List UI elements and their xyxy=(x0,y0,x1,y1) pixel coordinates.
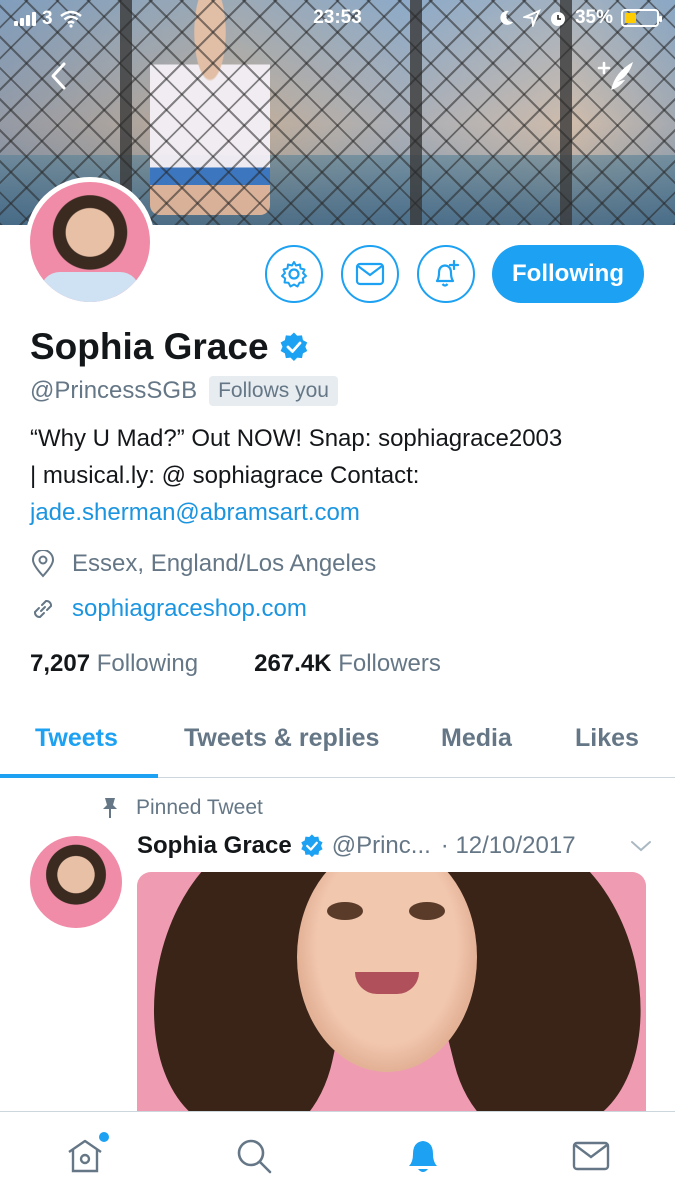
alarm-icon xyxy=(550,12,565,26)
battery-percent: 35% xyxy=(574,7,613,28)
website-link[interactable]: sophiagraceshop.com xyxy=(72,595,307,623)
tweet-author-handle: @Princ... xyxy=(331,832,431,859)
photo-mouth xyxy=(355,972,419,994)
envelope-icon xyxy=(355,262,385,286)
location-text: Essex, England/Los Angeles xyxy=(72,550,377,577)
moon-icon xyxy=(500,10,513,25)
profile-bio: “Why U Mad?” Out NOW! Snap: sophiagrace2… xyxy=(30,420,660,531)
photo-eye xyxy=(409,902,445,920)
verified-badge-icon xyxy=(301,834,323,858)
handle-row: @PrincessSGB Follows you xyxy=(30,376,338,406)
tweet-author-name[interactable]: Sophia Grace xyxy=(137,832,292,860)
verified-badge-icon xyxy=(280,332,307,361)
tweet-date: · 12/10/2017 xyxy=(440,832,576,859)
tweet-menu-button[interactable] xyxy=(630,832,652,860)
pinned-label-row: Pinned Tweet xyxy=(100,796,263,820)
pin-icon xyxy=(103,798,117,818)
following-label: Following xyxy=(96,650,199,677)
followers-number: 267.4K xyxy=(254,650,332,677)
nav-search[interactable] xyxy=(232,1134,276,1178)
notifications-button[interactable] xyxy=(417,245,475,303)
tweet-media-image[interactable] xyxy=(137,872,646,1112)
chevron-down-icon xyxy=(631,841,651,852)
tweet-header: Sophia Grace @Princ... · 12/10/2017 xyxy=(137,832,652,860)
follow-counts: 7,207 Following 267.4K Followers xyxy=(30,650,441,678)
link-icon xyxy=(34,600,52,618)
settings-button[interactable] xyxy=(265,245,323,303)
status-bar: 3 23:53 35% xyxy=(0,0,675,40)
avatar-shirt xyxy=(40,272,140,302)
bell-plus-icon xyxy=(435,259,460,287)
tab-tweets[interactable]: Tweets xyxy=(35,724,118,753)
bottom-navigation xyxy=(0,1111,675,1200)
nav-home[interactable] xyxy=(63,1132,109,1178)
chevron-left-icon xyxy=(51,62,66,90)
profile-handle: @PrincessSGB xyxy=(30,377,198,404)
profile-name-row: Sophia Grace xyxy=(30,326,309,368)
new-content-dot xyxy=(99,1132,109,1142)
tab-likes[interactable]: Likes xyxy=(575,724,639,753)
compose-feather-icon xyxy=(597,61,633,90)
nav-notifications[interactable] xyxy=(401,1134,445,1178)
tab-tweets-replies[interactable]: Tweets & replies xyxy=(184,724,379,753)
compose-button[interactable] xyxy=(595,56,639,96)
pinned-label: Pinned Tweet xyxy=(136,796,263,819)
bio-email-link[interactable]: jade.sherman@abramsart.com xyxy=(30,494,660,531)
location-pin-icon xyxy=(31,550,55,578)
active-tab-indicator xyxy=(0,774,158,778)
location-arrow-icon xyxy=(522,9,541,27)
followers-label: Followers xyxy=(338,650,441,677)
following-number: 7,207 xyxy=(30,650,91,677)
battery-icon xyxy=(621,9,662,27)
gear-icon xyxy=(281,261,307,288)
tweet-avatar[interactable] xyxy=(30,836,122,928)
search-icon xyxy=(237,1139,272,1174)
photo-eye xyxy=(327,902,363,920)
tab-media[interactable]: Media xyxy=(441,724,512,753)
profile-avatar[interactable] xyxy=(25,177,155,307)
follows-you-badge: Follows you xyxy=(209,376,338,406)
website-row: sophiagraceshop.com xyxy=(30,595,307,623)
envelope-icon xyxy=(572,1141,610,1171)
bio-line: | musical.ly: @ sophiagrace Contact: xyxy=(30,462,420,489)
status-right: 35% xyxy=(497,7,662,29)
following-count[interactable]: 7,207 Following xyxy=(30,650,198,678)
profile-name: Sophia Grace xyxy=(30,326,269,367)
nav-messages[interactable] xyxy=(569,1134,613,1178)
location-row: Essex, England/Los Angeles xyxy=(30,550,376,578)
home-icon xyxy=(68,1139,102,1173)
message-button[interactable] xyxy=(341,245,399,303)
profile-tabs: Tweets Tweets & replies Media Likes xyxy=(0,710,675,778)
bell-icon xyxy=(409,1141,437,1172)
following-button[interactable]: Following xyxy=(492,245,644,303)
bio-line: “Why U Mad?” Out NOW! Snap: sophiagrace2… xyxy=(30,425,563,452)
followers-count[interactable]: 267.4K Followers xyxy=(254,650,441,678)
back-button[interactable] xyxy=(38,56,78,96)
